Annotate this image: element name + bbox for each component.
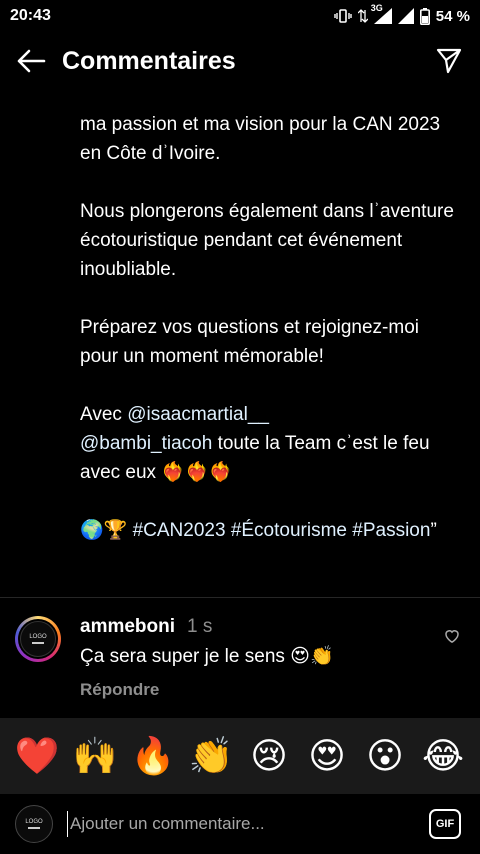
like-button[interactable] <box>444 628 460 648</box>
comment-text: Ça sera super je le sens 😍👏 <box>80 646 334 667</box>
emoji-red-heart[interactable]: ❤️ <box>13 736 61 776</box>
comment-time: 1 s <box>187 616 213 637</box>
paper-plane-icon <box>436 48 462 74</box>
arrow-left-icon <box>17 49 46 73</box>
data-transfer-icon <box>357 9 368 23</box>
back-button[interactable] <box>14 44 48 78</box>
emoji-quick-bar: ❤️ 🙌 🔥 👏 😢 😍 😮 😂 <box>0 718 480 794</box>
battery-icon <box>419 7 430 25</box>
comment-username[interactable]: ammeboni <box>80 616 175 637</box>
divider <box>0 597 480 598</box>
status-bar: 20:43 3G 54 % <box>0 0 480 32</box>
emoji-heart-eyes[interactable]: 😍 <box>303 736 351 776</box>
network-type: 3G <box>370 3 383 13</box>
caption-emoji: 🌍🏆 <box>80 520 133 541</box>
hashtag-links[interactable]: #CAN2023 #Écotourisme #Passion <box>133 520 431 541</box>
emoji-crying[interactable]: 😢 <box>245 736 293 776</box>
avatar-ring-gap: LOGO <box>18 619 58 659</box>
caption-text: ” <box>430 520 437 541</box>
heart-outline-icon <box>445 630 459 644</box>
caption-text: Avec <box>80 404 128 425</box>
comment-composer: LOGO GIF <box>0 794 480 854</box>
emoji-surprised[interactable]: 😮 <box>361 736 409 776</box>
emoji-raised-hands[interactable]: 🙌 <box>71 736 119 776</box>
caption-paragraph: Avec @isaacmartial__ @bambi_tiacoh toute … <box>80 400 460 487</box>
caption-paragraph: 🌍🏆 #CAN2023 #Écotourisme #Passion” <box>80 516 460 545</box>
reply-button[interactable]: Répondre <box>80 680 159 700</box>
emoji-laughing[interactable]: 😂 <box>419 736 467 776</box>
comment-header: ammeboni 1 s <box>80 616 212 638</box>
emoji-fire[interactable]: 🔥 <box>129 736 177 776</box>
page-title: Commentaires <box>62 46 236 75</box>
my-avatar: LOGO <box>15 805 53 843</box>
mention-link[interactable]: @bambi_tiacoh <box>80 433 212 454</box>
my-avatar-bar <box>28 827 40 829</box>
caption-paragraph: ma passion et ma vision pour la CAN 2023… <box>80 114 441 164</box>
avatar-logo: LOGO <box>20 621 56 657</box>
battery-level: 54 % <box>435 7 470 25</box>
post-caption: ma passion et ma vision pour la CAN 2023… <box>80 110 460 545</box>
comment-item: LOGO ammeboni 1 s Ça sera super je le sen… <box>0 612 480 712</box>
avatar-logo-text: LOGO <box>29 634 47 640</box>
signal-icon <box>397 8 414 24</box>
mention-link[interactable]: @isaacmartial__ <box>127 404 269 425</box>
comment-input[interactable] <box>67 811 419 837</box>
avatar[interactable]: LOGO <box>15 616 61 662</box>
status-icons: 3G 54 % <box>334 3 470 25</box>
vibrate-icon <box>334 9 352 23</box>
signal-3g-icon: 3G <box>371 3 392 24</box>
share-button[interactable] <box>432 44 466 78</box>
my-avatar-text: LOGO <box>25 819 43 825</box>
caption-paragraph: Nous plongerons également dans lʾaventur… <box>80 201 454 280</box>
gif-button[interactable]: GIF <box>429 809 461 839</box>
emoji-clapping[interactable]: 👏 <box>187 736 235 776</box>
caption-paragraph: Préparez vos questions et rejoignez-moi … <box>80 317 420 367</box>
status-time: 20:43 <box>10 7 51 24</box>
avatar-logo-bar <box>32 642 44 644</box>
header: Commentaires <box>0 32 480 90</box>
